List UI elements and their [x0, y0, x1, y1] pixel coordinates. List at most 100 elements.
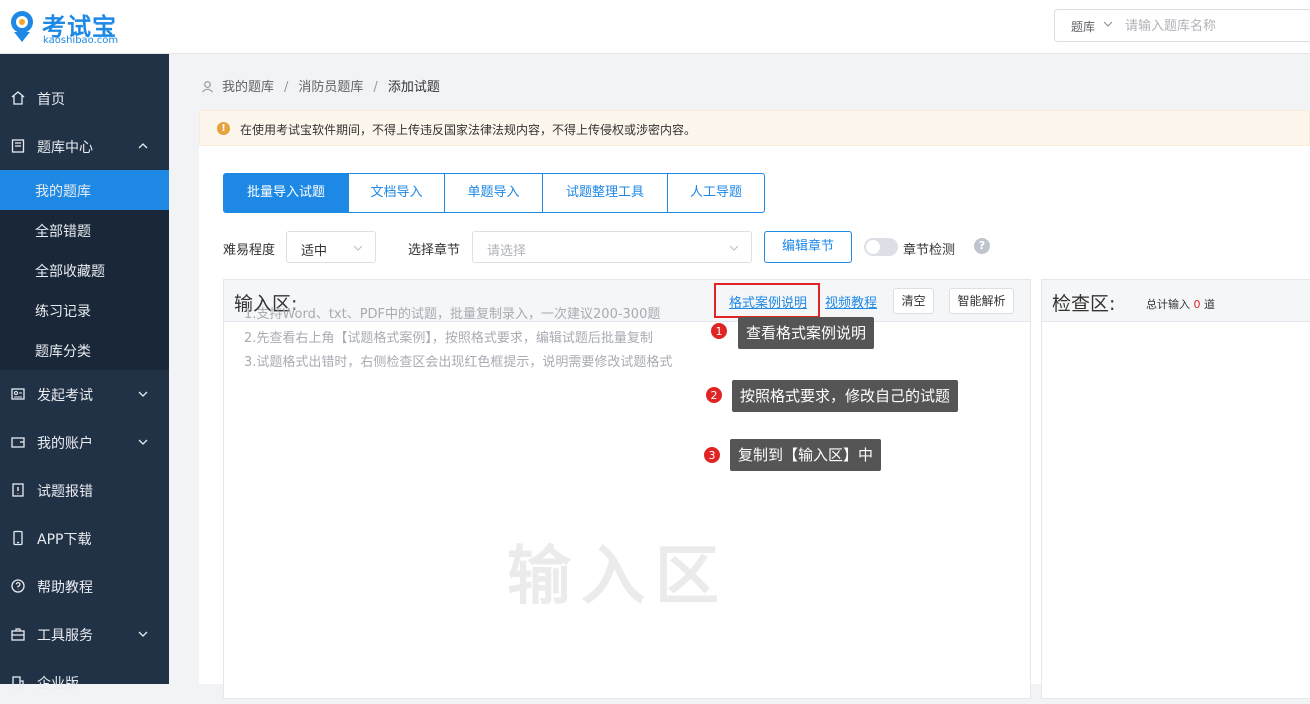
sidebar-sub-my-bank[interactable]: 我的题库: [0, 170, 169, 210]
chevron-down-icon: [729, 245, 739, 251]
search-category[interactable]: 题库: [1071, 18, 1095, 35]
search-input[interactable]: [1125, 16, 1305, 36]
toggle-knob: [866, 240, 880, 254]
chevron-down-icon: [353, 245, 363, 251]
format-example-link[interactable]: 格式案例说明: [729, 292, 807, 311]
step-callout: 按照格式要求，修改自己的试题: [732, 380, 959, 412]
sidebar-item-app[interactable]: APP下载: [0, 516, 169, 560]
difficulty-value: 适中: [301, 244, 328, 259]
step-callout: 查看格式案例说明: [738, 317, 875, 349]
import-panel: 批量导入试题 文档导入 单题导入 试题整理工具 人工导题 难易程度 适中 选择章…: [199, 146, 1310, 699]
step-badge: 3: [703, 446, 721, 464]
sidebar-item-exam[interactable]: 发起考试: [0, 372, 169, 416]
warning-icon: !: [217, 122, 230, 135]
check-area-header: 检查区: 总计输入 0 道: [1042, 280, 1310, 322]
difficulty-select[interactable]: 适中: [286, 231, 376, 263]
total-label: 总计输入: [1146, 298, 1190, 311]
sidebar-item-account[interactable]: 我的账户: [0, 420, 169, 464]
breadcrumb-item-current: 添加试题: [387, 80, 440, 95]
video-tutorial-link[interactable]: 视频教程: [825, 292, 877, 311]
breadcrumb-item-my-bank[interactable]: 我的题库: [222, 80, 274, 95]
total-number: 0: [1193, 298, 1201, 311]
chevron-down-icon: [138, 631, 148, 637]
exam-icon: [11, 388, 25, 400]
sidebar: 首页 题库中心 我的题库 全部错题 全部收藏题 练习记录 题库分类 发起考试 我…: [0, 54, 169, 692]
smart-parse-button[interactable]: 智能解析: [949, 288, 1014, 314]
sidebar-item-report[interactable]: 试题报错: [0, 468, 169, 512]
input-area: 输入区: 格式案例说明 视频教程 清空 智能解析 1.支持Word、txt、PD…: [223, 279, 1031, 699]
sidebar-item-label: 企业版: [37, 676, 79, 692]
breadcrumb: 我的题库 / 消防员题库 / 添加试题: [201, 76, 440, 95]
input-hint: 3.试题格式出错时，右侧检查区会出现红色框提示，说明需要修改试题格式: [244, 355, 673, 370]
input-area-watermark: 输入区: [507, 540, 729, 614]
tab-single-import[interactable]: 单题导入: [445, 173, 543, 213]
chevron-down-icon[interactable]: [1101, 17, 1115, 31]
tab-batch-import[interactable]: 批量导入试题: [223, 173, 349, 213]
sidebar-item-label: 我的账户: [37, 436, 93, 452]
sidebar-item-label: 发起考试: [37, 388, 93, 404]
sidebar-item-label: 首页: [37, 92, 65, 108]
total-unit: 道: [1204, 298, 1215, 311]
building-icon: [12, 676, 24, 689]
sidebar-sub-wrong[interactable]: 全部错题: [0, 210, 169, 250]
sidebar-item-label: 工具服务: [37, 628, 93, 644]
chapter-select[interactable]: 请选择: [472, 231, 752, 263]
difficulty-label: 难易程度: [223, 243, 276, 258]
book-icon: [11, 139, 25, 153]
user-icon: [202, 81, 213, 93]
sidebar-item-tools[interactable]: 工具服务: [0, 612, 169, 656]
sidebar-item-home[interactable]: 首页: [0, 76, 169, 120]
help-icon: [11, 579, 25, 593]
chapter-placeholder: 请选择: [487, 244, 527, 259]
step-badge: 1: [710, 322, 728, 340]
sidebar-item-help[interactable]: 帮助教程: [0, 564, 169, 608]
question-icon[interactable]: ?: [974, 238, 990, 254]
edit-chapter-button[interactable]: 编辑章节: [764, 231, 852, 263]
tab-manual-import[interactable]: 人工导题: [668, 173, 765, 213]
sidebar-sub-category[interactable]: 题库分类: [0, 330, 169, 370]
sidebar-sub-label: 全部收藏题: [35, 264, 105, 280]
chapter-label: 选择章节: [408, 243, 461, 258]
phone-icon: [13, 530, 23, 546]
logo[interactable]: 考试宝 kaoshibao.com: [8, 6, 128, 48]
chevron-up-icon: [138, 143, 148, 149]
chapter-check-toggle[interactable]: [864, 238, 898, 256]
notice-text: 在使用考试宝软件期间，不得上传违反国家法律法规内容，不得上传侵权或涉密内容。: [240, 123, 697, 137]
step-badge: 2: [705, 386, 723, 404]
input-hint: 1.支持Word、txt、PDF中的试题，批量复制录入，一次建议200-300题: [244, 307, 661, 322]
chevron-down-icon: [138, 439, 148, 445]
breadcrumb-item-bank[interactable]: 消防员题库: [298, 80, 363, 95]
notice-bar: ! 在使用考试宝软件期间，不得上传违反国家法律法规内容，不得上传侵权或涉密内容。: [199, 110, 1310, 146]
sidebar-item-label: 帮助教程: [37, 580, 93, 596]
toolbox-icon: [11, 628, 25, 641]
clear-button[interactable]: 清空: [893, 288, 934, 314]
sidebar-sub-label: 练习记录: [35, 304, 91, 320]
wallet-icon: [11, 437, 25, 448]
logo-subtitle: kaoshibao.com: [43, 35, 119, 46]
chapter-check-label: 章节检测: [903, 243, 956, 258]
sidebar-sub-label: 我的题库: [35, 184, 91, 200]
step-callout: 复制到【输入区】中: [730, 439, 882, 471]
tab-organize-tool[interactable]: 试题整理工具: [543, 173, 668, 213]
input-hint: 2.先查看右上角【试题格式案例】，按照格式要求，编辑试题后批量复制: [244, 331, 653, 346]
top-bar: 考试宝 kaoshibao.com 题库: [0, 0, 1310, 54]
sidebar-item-enterprise[interactable]: 企业版: [0, 660, 169, 704]
tab-document-import[interactable]: 文档导入: [349, 173, 445, 213]
chevron-down-icon: [138, 391, 148, 397]
breadcrumb-separator: /: [373, 80, 378, 95]
import-tabs: 批量导入试题 文档导入 单题导入 试题整理工具 人工导题: [223, 173, 765, 213]
sidebar-item-label: 试题报错: [37, 484, 93, 500]
report-icon: [12, 483, 24, 497]
sidebar-item-label: APP下载: [37, 532, 92, 548]
main-content: 我的题库 / 消防员题库 / 添加试题 ! 在使用考试宝软件期间，不得上传违反国家法律法…: [169, 54, 1310, 699]
logo-icon: [11, 11, 33, 42]
total-count: 总计输入 0 道: [1146, 296, 1215, 312]
sidebar-sub-records[interactable]: 练习记录: [0, 290, 169, 330]
breadcrumb-separator: /: [284, 80, 289, 95]
sidebar-item-question-bank[interactable]: 题库中心: [0, 124, 169, 168]
search-box: 题库: [1054, 9, 1310, 42]
sidebar-sub-favorites[interactable]: 全部收藏题: [0, 250, 169, 290]
sidebar-sub-label: 全部错题: [35, 224, 91, 240]
filter-row: 难易程度 适中 选择章节 请选择 编辑章节 章节检测 ?: [223, 231, 1023, 263]
check-area: 检查区: 总计输入 0 道: [1041, 279, 1310, 699]
